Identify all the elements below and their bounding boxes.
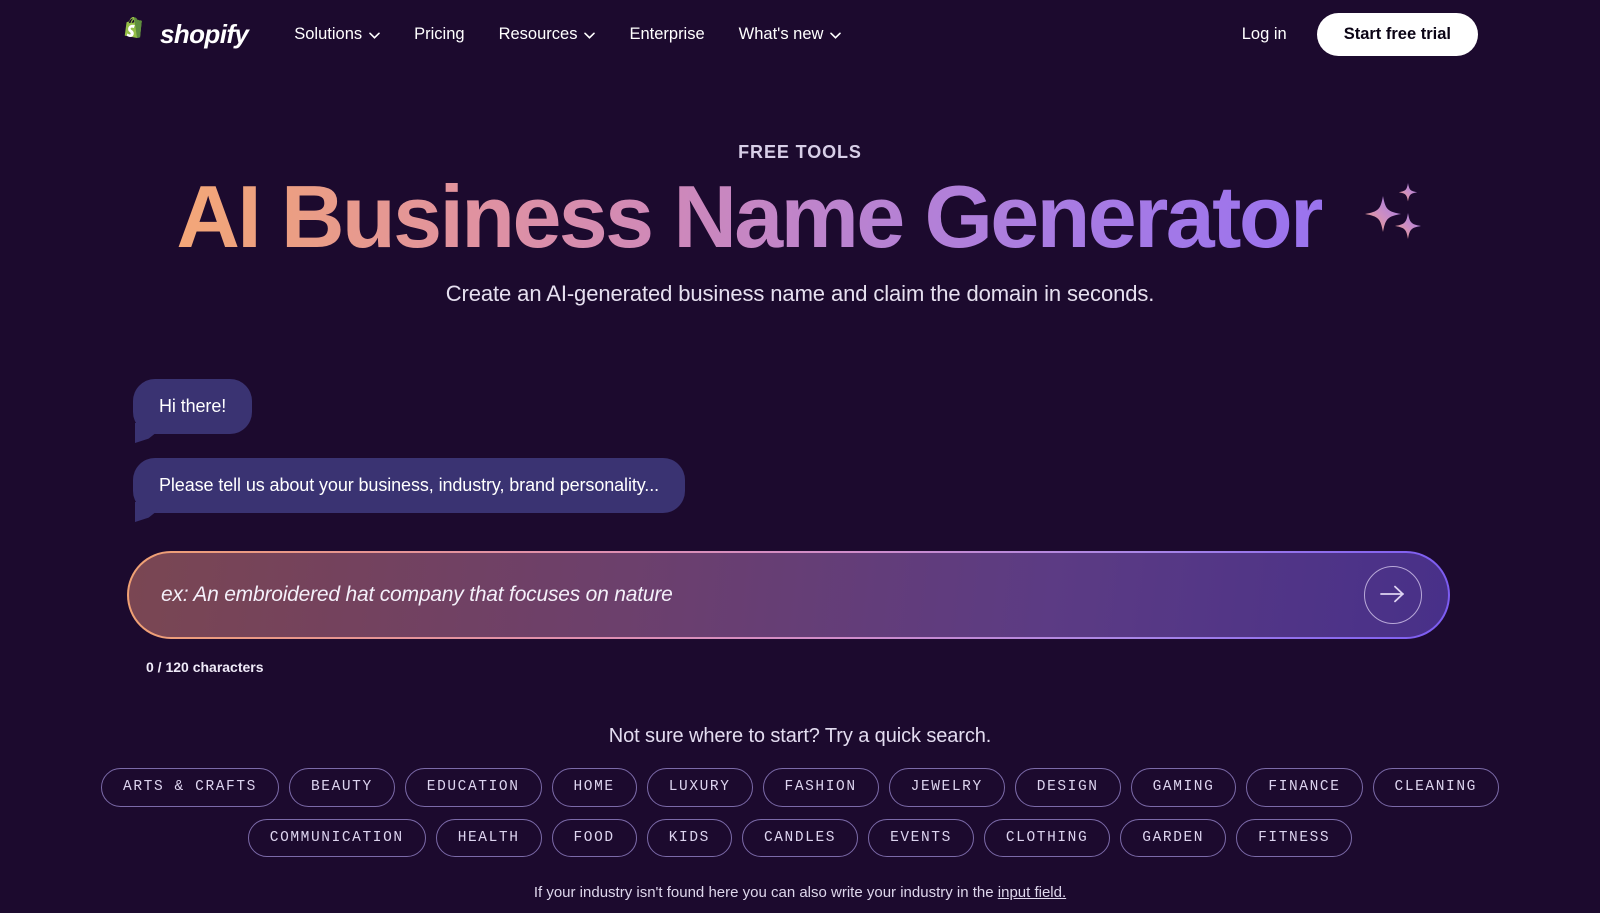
nav-item-enterprise[interactable]: Enterprise [629,25,704,44]
industry-tag[interactable]: ARTS & CRAFTS [101,768,279,807]
nav-item-resources[interactable]: Resources [499,25,596,44]
shopify-logo[interactable]: shopify [122,17,249,51]
chevron-down-icon [584,31,596,39]
industry-tag[interactable]: EVENTS [868,818,974,858]
industry-tag[interactable]: COMMUNICATION [247,818,426,858]
nav-item-solutions[interactable]: Solutions [294,25,380,44]
business-description-input[interactable] [161,583,1364,608]
footnote-text: If your industry isn't found here you ca… [533,884,998,902]
hero-subtitle: Create an AI-generated business name and… [445,281,1155,307]
arrow-right-icon [1379,584,1407,607]
nav-label: Pricing [414,24,465,43]
industry-tag-row-1: ARTS & CRAFTS BEAUTY EDUCATION HOME LUXU… [0,768,1600,807]
character-counter: 0 / 120 characters [146,659,264,676]
nav-label: Resources [498,24,578,43]
industry-tag[interactable]: HOME [551,768,637,807]
industry-tag[interactable]: CANDLES [741,818,859,858]
main-nav: Solutions Pricing Resources Enterprise W… [294,25,842,44]
quick-search-prompt: Not sure where to start? Try a quick sea… [608,725,992,748]
industry-tag[interactable]: FITNESS [1236,818,1353,858]
chat-bubble-greeting: Hi there! [133,379,253,435]
industry-tag[interactable]: LUXURY [646,768,753,807]
industry-tag[interactable]: DESIGN [1014,768,1121,807]
nav-label: Solutions [294,24,363,43]
page-title: AI Business Name Generator [176,167,1324,266]
shopify-wordmark: shopify [160,18,249,49]
industry-tag[interactable]: KIDS [646,818,732,858]
chevron-down-icon [830,31,842,39]
submit-button[interactable] [1364,566,1422,625]
industry-tag-row-2: COMMUNICATION HEALTH FOOD KIDS CANDLES E… [0,818,1600,858]
page-root: shopify Solutions Pricing Resources Ente… [0,0,1600,913]
shopify-bag-icon [122,17,152,51]
quick-search-section: Not sure where to start? Try a quick sea… [0,725,1600,901]
industry-tag[interactable]: HEALTH [435,818,542,858]
industry-tag[interactable]: CLOTHING [983,818,1111,858]
industry-tag[interactable]: GAMING [1130,768,1237,807]
input-field-link[interactable]: input field. [998,884,1066,901]
sparkles-icon [1360,179,1424,254]
chat-message-row: Please tell us about your business, indu… [133,458,1600,514]
industry-tag[interactable]: FINANCE [1246,768,1363,807]
login-link[interactable]: Log in [1242,25,1287,44]
footnote: If your industry isn't found here you ca… [0,884,1600,901]
nav-item-whats-new[interactable]: What's new [739,25,842,44]
industry-tag[interactable]: FASHION [762,768,879,807]
chevron-down-icon [369,31,380,39]
eyebrow-label: FREE TOOLS [738,142,862,162]
nav-label: Enterprise [629,24,705,43]
header-actions: Log in Start free trial [1242,12,1478,56]
site-header: shopify Solutions Pricing Resources Ente… [0,0,1600,68]
industry-tag[interactable]: CLEANING [1372,768,1499,807]
chat-message-row: Hi there! [133,379,1600,435]
chat-thread: Hi there! Please tell us about your busi… [0,379,1600,514]
nav-label: What's new [738,24,824,43]
nav-item-pricing[interactable]: Pricing [414,25,464,44]
industry-tag[interactable]: FOOD [551,818,637,858]
prompt-input-container [127,551,1450,640]
industry-tag[interactable]: GARDEN [1120,818,1227,858]
chat-bubble-prompt: Please tell us about your business, indu… [133,458,686,514]
hero-section: FREE TOOLS AI Business Name Generator Cr… [0,142,1600,307]
industry-tag[interactable]: JEWELRY [888,768,1005,807]
prompt-input-inner [129,553,1448,638]
hero-title-row: AI Business Name Generator [0,169,1600,264]
industry-tag[interactable]: BEAUTY [288,768,395,807]
industry-tag[interactable]: EDUCATION [404,768,542,807]
start-free-trial-button[interactable]: Start free trial [1316,12,1478,56]
